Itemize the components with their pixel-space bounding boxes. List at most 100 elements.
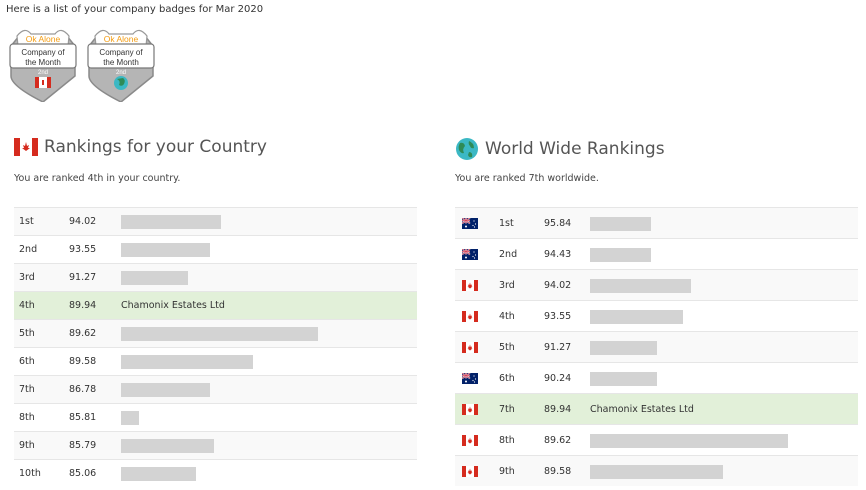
score-cell: 89.62	[69, 328, 97, 339]
score-cell: 89.62	[544, 434, 572, 446]
australia-flag-icon	[461, 248, 478, 260]
redacted-name-bar	[121, 467, 196, 481]
rank-cell: 10th	[19, 468, 41, 479]
company-name: Chamonix Estates Ltd	[121, 300, 225, 311]
ranking-row: 3rd 91.27	[14, 263, 417, 291]
rank-cell: 7th	[499, 403, 515, 415]
ranking-row: 1st 95.84	[455, 207, 858, 238]
country-flag	[462, 404, 478, 415]
redacted-name-bar	[590, 464, 723, 479]
score-cell: 89.94	[544, 403, 572, 415]
redacted-name-bar	[121, 411, 139, 425]
score-cell: 95.84	[544, 217, 572, 229]
rank-cell: 9th	[19, 440, 35, 451]
redacted-name-bar	[590, 340, 657, 355]
rank-cell: 4th	[19, 300, 35, 311]
rank-cell: 7th	[19, 384, 35, 395]
redacted-name-bar	[590, 247, 651, 262]
country-flag	[462, 342, 478, 353]
badge-line1: Company of	[99, 48, 143, 57]
score-cell: 86.78	[69, 384, 97, 395]
ranking-row: 4th 89.94 Chamonix Estates Ltd	[14, 291, 417, 319]
rank-cell: 5th	[19, 328, 35, 339]
canada-flag-icon	[462, 404, 478, 415]
badge-rank: 2nd	[116, 70, 126, 76]
country-flag	[462, 280, 478, 291]
ranking-row: 6th 90.24	[455, 362, 858, 393]
redacted-name-bar	[590, 216, 651, 231]
redacted-name-bar	[121, 327, 318, 341]
country-flag	[462, 435, 478, 446]
score-cell: 89.58	[69, 356, 97, 367]
rank-cell: 4th	[499, 310, 515, 322]
country-flag	[461, 248, 478, 260]
redacted-name-bar	[121, 355, 253, 369]
badge-rank: 2nd	[38, 70, 48, 76]
rank-cell: 6th	[19, 356, 35, 367]
canada-flag-icon	[14, 138, 38, 156]
score-cell: 85.06	[69, 468, 97, 479]
badge-brand: Ok Alone	[104, 34, 139, 44]
canada-flag-icon	[462, 466, 478, 477]
rank-cell: 1st	[499, 217, 514, 229]
canada-flag-icon	[462, 435, 478, 446]
ranking-row: 8th 85.81	[14, 403, 417, 431]
score-cell: 93.55	[544, 310, 572, 322]
score-cell: 91.27	[544, 341, 572, 353]
canada-flag	[35, 77, 51, 88]
redacted-name-bar	[121, 383, 210, 397]
score-cell: 94.02	[544, 279, 572, 291]
score-cell: 89.94	[69, 300, 97, 311]
rank-cell: 6th	[499, 372, 515, 384]
ranking-row: 7th 89.94 Chamonix Estates Ltd	[455, 393, 858, 424]
country-rankings-title-text: Rankings for your Country	[44, 137, 267, 157]
ranking-row: 8th 89.62	[455, 424, 858, 455]
badge-line1: Company of	[21, 48, 65, 57]
canada-flag-icon	[462, 280, 478, 291]
rank-cell: 5th	[499, 341, 515, 353]
country-rankings-title: Rankings for your Country	[14, 137, 267, 157]
rank-cell: 1st	[19, 216, 34, 227]
ranking-row: 2nd 94.43	[455, 238, 858, 269]
redacted-name-bar	[590, 278, 691, 293]
worldwide-badge: Ok Alone Company of the Month 2nd	[87, 29, 155, 102]
ranking-row: 2nd 93.55	[14, 235, 417, 263]
world-rankings-title: World Wide Rankings	[455, 137, 665, 161]
ranking-row: 1st 94.02	[14, 207, 417, 235]
ranking-row: 4th 93.55	[455, 300, 858, 331]
score-cell: 94.43	[544, 248, 572, 260]
ranking-row: 6th 89.58	[14, 347, 417, 375]
redacted-name-bar	[121, 271, 188, 285]
world-rankings-table: 1st 95.84 2nd 94.43 3rd 94.02 4th 93.55 5th 91.27…	[455, 207, 858, 486]
score-cell: 94.02	[69, 216, 97, 227]
rank-cell: 8th	[499, 434, 515, 446]
rank-cell: 3rd	[499, 279, 515, 291]
ranking-row: 7th 86.78	[14, 375, 417, 403]
intro-text: Here is a list of your company badges fo…	[6, 4, 264, 15]
redacted-name-bar	[121, 243, 210, 257]
company-name: Chamonix Estates Ltd	[590, 403, 694, 415]
score-cell: 85.79	[69, 440, 97, 451]
rank-cell: 2nd	[499, 248, 518, 260]
redacted-name-bar	[121, 439, 214, 453]
score-cell: 90.24	[544, 372, 572, 384]
world-rankings-title-text: World Wide Rankings	[485, 139, 665, 159]
country-rankings-table: 1st 94.02 2nd 93.55 3rd 91.27 4th 89.94 Chamonix…	[14, 207, 417, 487]
score-cell: 85.81	[69, 412, 97, 423]
badge-brand: Ok Alone	[26, 34, 61, 44]
ranking-row: 9th 85.79	[14, 431, 417, 459]
score-cell: 93.55	[69, 244, 97, 255]
canada-flag-icon	[462, 342, 478, 353]
globe-icon	[456, 138, 478, 160]
ranking-row: 3rd 94.02	[455, 269, 858, 300]
country-rank-subtitle: You are ranked 4th in your country.	[14, 173, 181, 184]
rank-cell: 2nd	[19, 244, 38, 255]
score-cell: 89.58	[544, 465, 572, 477]
rank-cell: 8th	[19, 412, 35, 423]
canada-flag-icon	[462, 311, 478, 322]
australia-flag-icon	[461, 372, 478, 384]
rank-cell: 9th	[499, 465, 515, 477]
badge-line2: the Month	[103, 58, 139, 67]
australia-flag-icon	[461, 217, 478, 229]
ranking-row: 5th 91.27	[455, 331, 858, 362]
